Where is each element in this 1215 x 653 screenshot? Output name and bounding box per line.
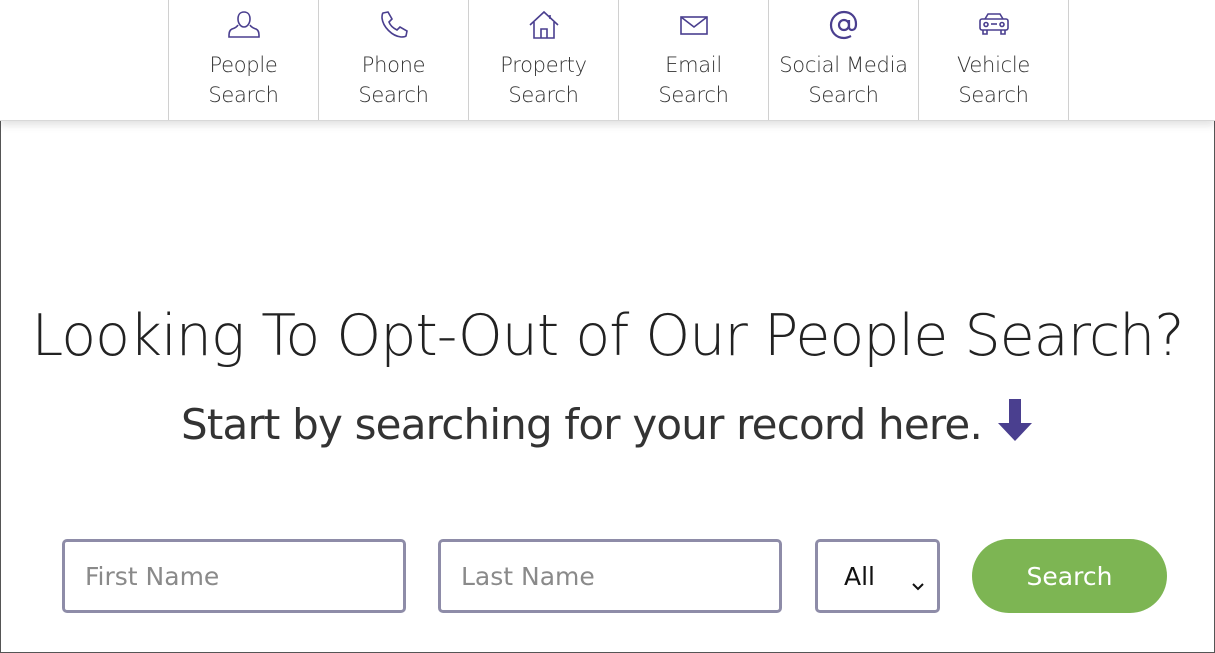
nav-label: Phone Search xyxy=(358,50,429,110)
nav-label-line1: Social Media xyxy=(779,53,908,77)
car-icon xyxy=(977,9,1011,41)
nav-label-line1: Vehicle xyxy=(957,53,1030,77)
nav-label-line2: Search xyxy=(358,83,429,107)
last-name-input[interactable] xyxy=(438,539,782,613)
subheadline-text: Start by searching for your record here. xyxy=(180,400,983,449)
chevron-down-icon xyxy=(911,569,925,598)
nav-items: People Search Phone Search Property Sear… xyxy=(168,0,1069,120)
nav-item-vehicle-search[interactable]: Vehicle Search xyxy=(919,0,1069,120)
nav-item-property-search[interactable]: Property Search xyxy=(469,0,619,120)
nav-label-line2: Search xyxy=(958,83,1029,107)
nav-label: Vehicle Search xyxy=(957,50,1030,110)
nav-label-line2: Search xyxy=(658,83,729,107)
nav-item-phone-search[interactable]: Phone Search xyxy=(319,0,469,120)
nav-item-people-search[interactable]: People Search xyxy=(169,0,319,120)
house-icon xyxy=(527,9,561,41)
nav-label: Social Media Search xyxy=(779,50,908,110)
nav-label-line1: Phone xyxy=(361,53,426,77)
first-name-input[interactable] xyxy=(62,539,406,613)
nav-label-line1: Property xyxy=(500,53,587,77)
nav-item-email-search[interactable]: Email Search xyxy=(619,0,769,120)
page-headline: Looking To Opt-Out of Our People Search? xyxy=(31,303,1184,369)
nav-label: Property Search xyxy=(500,50,587,110)
nav-label-line2: Search xyxy=(508,83,579,107)
nav-label: People Search xyxy=(208,50,279,110)
phone-icon xyxy=(378,9,410,41)
nav-label: Email Search xyxy=(658,50,729,110)
state-select-value: All xyxy=(844,561,875,591)
nav-label-line2: Search xyxy=(208,83,279,107)
page-subheadline: Start by searching for your record here. xyxy=(0,395,1215,459)
nav-label-line1: People xyxy=(209,53,278,77)
top-nav: People Search Phone Search Property Sear… xyxy=(0,0,1215,121)
nav-label-line1: Email xyxy=(665,53,722,77)
arrow-down-icon xyxy=(996,397,1034,459)
state-select[interactable]: All xyxy=(815,539,940,613)
at-sign-icon xyxy=(828,9,860,41)
nav-item-social-media-search[interactable]: Social Media Search xyxy=(769,0,919,120)
nav-label-line2: Search xyxy=(808,83,879,107)
envelope-icon xyxy=(678,9,710,41)
person-icon xyxy=(227,9,261,41)
search-button[interactable]: Search xyxy=(972,539,1167,613)
